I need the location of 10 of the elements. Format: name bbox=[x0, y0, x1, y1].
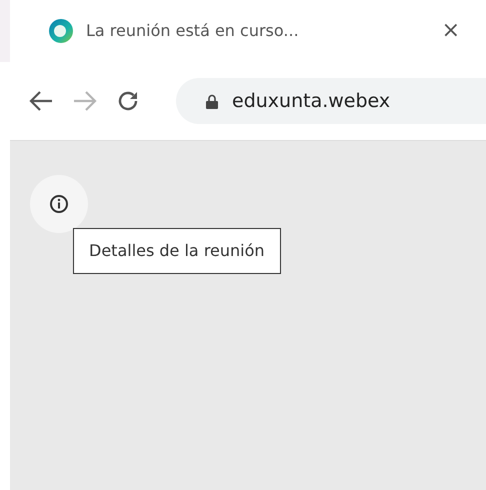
tooltip: Detalles de la reunión bbox=[73, 228, 281, 274]
tab-title[interactable]: La reunión está en curso... bbox=[86, 19, 299, 43]
close-tab-button[interactable]: × bbox=[438, 20, 464, 42]
reload-button[interactable] bbox=[116, 89, 140, 113]
lock-icon bbox=[206, 94, 218, 108]
back-button[interactable] bbox=[28, 90, 54, 112]
url-text: eduxunta.webex bbox=[232, 88, 390, 114]
info-icon bbox=[49, 194, 69, 214]
webex-logo-icon bbox=[48, 18, 74, 44]
address-bar[interactable]: eduxunta.webex bbox=[176, 78, 486, 124]
